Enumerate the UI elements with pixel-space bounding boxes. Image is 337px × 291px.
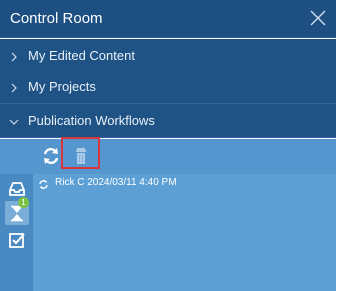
section-my-edited-content[interactable]: My Edited Content: [0, 39, 336, 73]
workflow-toolbar: [0, 139, 336, 174]
workflow-sidebar: [0, 174, 33, 291]
section-my-projects[interactable]: My Projects: [0, 70, 336, 104]
control-room-panel: Control Room My Edited Content My Projec…: [0, 0, 337, 291]
section-label: Publication Workflows: [28, 113, 155, 128]
workflows-content: Rick C 2024/03/11 4:40 PM: [0, 139, 336, 291]
list-item[interactable]: Rick C 2024/03/11 4:40 PM: [33, 174, 336, 192]
panel-title: Control Room: [10, 10, 103, 27]
chevron-down-icon: [9, 115, 19, 127]
refresh-icon[interactable]: [40, 145, 62, 167]
section-label: My Projects: [28, 79, 96, 94]
workflow-list: Rick C 2024/03/11 4:40 PM: [33, 174, 336, 291]
workflow-item-text: Rick C 2024/03/11 4:40 PM: [55, 177, 177, 188]
chevron-right-icon: [9, 50, 19, 62]
chevron-right-icon: [9, 81, 19, 93]
checkbox-icon[interactable]: [7, 230, 27, 250]
workflow-status-icon: [38, 177, 49, 189]
highlight-box: [61, 137, 100, 169]
inbox-icon[interactable]: [7, 179, 27, 199]
notification-badge: 1: [18, 197, 29, 208]
section-label: My Edited Content: [28, 48, 135, 63]
close-icon[interactable]: [306, 6, 330, 30]
title-bar: Control Room: [0, 0, 336, 38]
section-publication-workflows[interactable]: Publication Workflows: [0, 104, 336, 138]
